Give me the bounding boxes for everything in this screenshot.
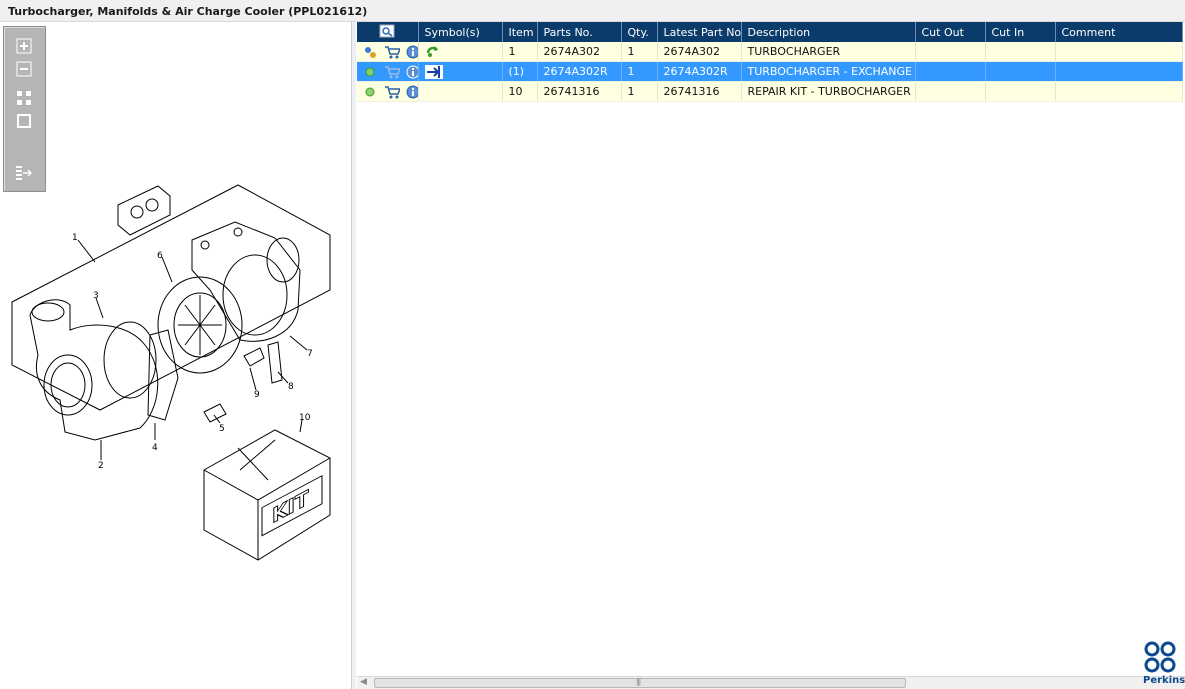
zoom-out-button[interactable] <box>14 60 34 78</box>
scroll-left-arrow-icon[interactable]: ◀ <box>360 677 367 687</box>
window-title: Turbocharger, Manifolds & Air Charge Coo… <box>8 5 368 18</box>
callout-8[interactable]: 8 <box>288 382 294 392</box>
table-row[interactable]: 10 26741316 1 26741316 REPAIR KIT - TURB… <box>357 81 1183 102</box>
row-actions-cell <box>357 81 419 102</box>
gears-icon[interactable] <box>363 45 377 59</box>
comment-cell <box>1055 61 1183 82</box>
item-cell: 10 <box>502 81 538 102</box>
cart-icon[interactable] <box>384 65 400 79</box>
illustration-pane[interactable]: 1 2 3 4 5 6 7 8 9 10 KIT <box>0 22 352 689</box>
comment-cell <box>1055 42 1183 62</box>
row-actions-cell <box>357 61 419 82</box>
export-button[interactable] <box>14 164 34 182</box>
recycle-icon <box>426 45 438 57</box>
gears-icon[interactable] <box>363 85 377 99</box>
scrollbar-grip-icon: ||| <box>636 678 641 686</box>
reset-view-button[interactable] <box>14 112 34 130</box>
callout-5[interactable]: 5 <box>219 424 225 434</box>
column-header-qty[interactable]: Qty. <box>621 22 658 42</box>
drawing-toolbar <box>3 26 46 192</box>
latest-part-no-cell: 26741316 <box>657 81 742 102</box>
cut-out-cell <box>915 42 986 62</box>
callout-6[interactable]: 6 <box>157 251 163 261</box>
brand-name: Perkins <box>1143 675 1185 686</box>
table-row-selected[interactable]: (1) 2674A302R 1 2674A302R TURBOCHARGER -… <box>357 61 1183 82</box>
column-header-latest-part-no[interactable]: Latest Part No. <box>657 22 742 42</box>
pane-splitter[interactable] <box>352 22 356 689</box>
column-header-cut-in[interactable]: Cut In <box>985 22 1056 42</box>
description-cell: REPAIR KIT - TURBOCHARGER <box>741 81 916 102</box>
latest-part-no-cell: 2674A302 <box>657 42 742 62</box>
symbols-cell <box>418 42 503 62</box>
callout-9[interactable]: 9 <box>254 390 260 400</box>
callout-3[interactable]: 3 <box>93 291 99 301</box>
qty-cell: 1 <box>621 61 658 82</box>
exploded-parts-drawing[interactable]: 1 2 3 4 5 6 7 8 9 10 KIT <box>0 22 352 689</box>
item-cell: (1) <box>502 61 538 82</box>
symbols-cell <box>418 61 503 82</box>
table-row[interactable]: 1 2674A302 1 2674A302 TURBOCHARGER <box>357 42 1183 62</box>
gasket-shape <box>117 185 171 236</box>
qty-cell: 1 <box>621 81 658 102</box>
replace-arrow-icon <box>424 64 443 79</box>
find-in-drawing-icon <box>379 24 395 37</box>
callout-2[interactable]: 2 <box>98 461 104 471</box>
info-icon[interactable] <box>406 45 418 59</box>
cut-in-cell <box>985 42 1056 62</box>
description-cell: TURBOCHARGER - EXCHANGE <box>741 61 916 82</box>
parts-no-cell: 2674A302 <box>537 42 622 62</box>
parts-no-cell: 26741316 <box>537 81 622 102</box>
cut-in-cell <box>985 61 1056 82</box>
cart-icon[interactable] <box>384 45 400 59</box>
column-header-cut-out[interactable]: Cut Out <box>915 22 986 42</box>
cut-out-cell <box>915 81 986 102</box>
callout-7[interactable]: 7 <box>307 349 313 359</box>
comment-cell <box>1055 81 1183 102</box>
callout-1[interactable]: 1 <box>72 233 78 243</box>
row-actions-cell <box>357 42 419 62</box>
export-icon <box>16 166 33 180</box>
column-header-item[interactable]: Item <box>502 22 538 42</box>
horizontal-scrollbar[interactable]: ◀ ||| <box>357 676 1185 689</box>
callout-4[interactable]: 4 <box>152 443 158 453</box>
column-header-parts-no[interactable]: Parts No. <box>537 22 622 42</box>
zoom-in-icon <box>16 38 32 54</box>
qty-cell: 1 <box>621 42 658 62</box>
column-header-comment[interactable]: Comment <box>1055 22 1183 42</box>
item-cell: 1 <box>502 42 538 62</box>
zoom-in-button[interactable] <box>14 37 34 55</box>
fit-to-window-button[interactable] <box>14 89 34 107</box>
column-header-symbols[interactable]: Symbol(s) <box>418 22 503 42</box>
column-header-find[interactable] <box>357 22 419 42</box>
perkins-logo: Perkins <box>1141 640 1185 689</box>
column-header-description[interactable]: Description <box>741 22 916 42</box>
latest-part-no-cell: 2674A302R <box>657 61 742 82</box>
cut-in-cell <box>985 81 1056 102</box>
parts-list-grid[interactable]: Symbol(s) Item Parts No. Qty. Latest Par… <box>357 22 1183 678</box>
description-cell: TURBOCHARGER <box>741 42 916 62</box>
grid-header-row: Symbol(s) Item Parts No. Qty. Latest Par… <box>357 22 1183 42</box>
info-icon[interactable] <box>406 65 418 79</box>
title-bar: Turbocharger, Manifolds & Air Charge Coo… <box>0 0 1185 22</box>
cut-out-cell <box>915 61 986 82</box>
parts-no-cell: 2674A302R <box>537 61 622 82</box>
reset-icon <box>17 114 31 128</box>
fit-icon <box>17 91 31 105</box>
callout-10[interactable]: 10 <box>299 413 311 423</box>
perkins-logo-icon <box>1144 641 1176 673</box>
gears-icon[interactable] <box>363 65 377 79</box>
symbols-cell <box>418 81 503 102</box>
cart-icon[interactable] <box>384 85 400 99</box>
info-icon[interactable] <box>406 85 418 99</box>
zoom-out-icon <box>16 61 32 77</box>
